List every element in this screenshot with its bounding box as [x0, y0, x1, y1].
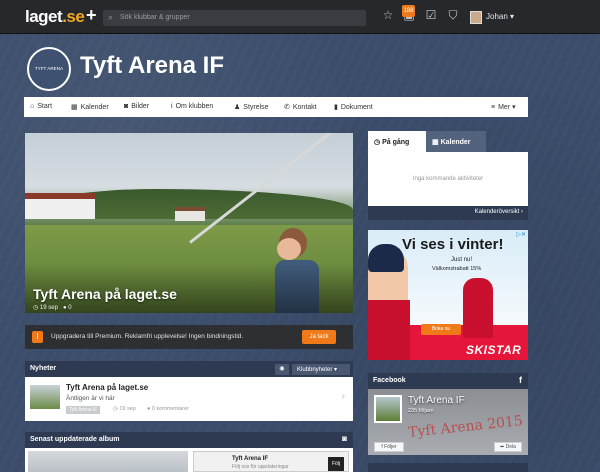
hero-news-image[interactable]: Tyft Arena på laget.se ◷ 19 sep ● 0 — [25, 133, 353, 313]
search-input[interactable]: ⌕ Sök klubbar & grupper — [103, 10, 366, 26]
news-thumbnail — [30, 385, 60, 409]
hero-title[interactable]: Tyft Arena på laget.se — [33, 286, 177, 302]
share-icon: ➦ — [500, 444, 505, 450]
news-item-date: ◷ 19 sep — [113, 406, 136, 412]
hero-house — [25, 193, 95, 219]
calendar-icon: ▦ — [432, 139, 439, 146]
news-title: Nyheter — [30, 365, 57, 372]
facebook-header: Facebook f — [368, 373, 528, 389]
albums-title: Senast uppdaterade album — [30, 436, 120, 443]
clock-icon: ◷ — [374, 139, 381, 146]
facebook-icon: f — [381, 444, 383, 450]
ad-book-button[interactable]: Boka nu — [421, 324, 461, 335]
news-item-title[interactable]: Tyft Arena på laget.se — [66, 383, 148, 392]
calendar-icon: ▦ — [71, 104, 78, 111]
album-photo[interactable] — [28, 451, 188, 472]
news-header: Nyheter ◉ Klubbnyheter ▾ — [25, 361, 353, 377]
ad-brand-logo: SKISTAR — [466, 343, 522, 357]
chevron-down-icon: ▾ — [510, 12, 515, 21]
plus-icon[interactable]: + — [86, 5, 97, 26]
tab-kalender[interactable]: ▦ Kalender — [426, 131, 486, 152]
facebook-icon: f — [519, 375, 522, 385]
page-title: Tyft Arena IF — [80, 52, 225, 79]
facebook-page-card[interactable]: Tyft Arena 2015 Tyft Arena IF 235 följar… — [368, 389, 528, 455]
facebook-share-button[interactable]: ➦ Dela — [494, 442, 522, 452]
news-item-comments: ● 0 kommentarer — [147, 406, 189, 412]
search-icon: ⌕ — [108, 12, 114, 22]
tab-pa-gang[interactable]: ◷ På gång — [368, 131, 426, 152]
facebook-cover-scribble: Tyft Arena 2015 — [407, 413, 524, 441]
topbar: laget.se + ⌕ Sök klubbar & grupper ☆ ▣ 1… — [0, 0, 600, 34]
premium-banner: l Uppgradera till Premium. Reklamfri upp… — [25, 325, 353, 349]
rss-icon[interactable]: ◉ — [275, 364, 289, 375]
club-nav: ⌂ Start ▦ Kalender ◙ Bilder i Om klubben ♟ St… — [24, 97, 528, 117]
events-panel: Inga kommande aktiviteter — [368, 152, 528, 206]
facebook-page-name[interactable]: Tyft Arena IF — [408, 395, 465, 406]
nav-item-bilder[interactable]: ◙ Bilder — [124, 103, 149, 110]
albums-header: Senast uppdaterade album ◙ — [25, 432, 353, 448]
news-item[interactable]: Tyft Arena på laget.se Äntligen är vi hä… — [25, 377, 353, 421]
album-fb-follow-button[interactable]: Följ — [328, 457, 344, 471]
nav-item-om-klubben[interactable]: i Om klubben — [171, 103, 213, 110]
calendar-overview-bar: Kalenderöversikt › — [368, 206, 528, 220]
club-logo[interactable]: TYFT ARENA — [27, 47, 71, 91]
sidebar-tabs: ◷ På gång ▦ Kalender — [368, 131, 528, 152]
facebook-likes: 235 följare — [408, 408, 434, 414]
calendar-overview-link[interactable]: Kalenderöversikt › — [475, 209, 523, 215]
ad-line2: Välkomstrabatt 15% — [432, 266, 482, 272]
menu-icon: ≡ — [491, 104, 496, 111]
nav-item-start[interactable]: ⌂ Start — [30, 103, 52, 110]
album-fb-card-sub: Följ oss för uppdateringar — [232, 464, 289, 470]
chevron-down-icon: ▾ — [512, 104, 516, 111]
next-panel-header — [368, 463, 528, 472]
facebook-follow-button[interactable]: f Följer — [374, 442, 404, 452]
camera-icon: ◙ — [124, 103, 129, 110]
ad-line1: Just nu! — [451, 257, 473, 263]
chevron-right-icon: › — [341, 391, 345, 402]
album-fb-card[interactable]: Tyft Arena IF Följ oss för uppdateringar… — [193, 451, 349, 472]
ad-girl-coat — [368, 300, 410, 360]
person-icon: ♟ — [234, 104, 241, 111]
avatar[interactable] — [470, 11, 482, 24]
nav-item-kontakt[interactable]: ✆ Kontakt — [284, 103, 317, 111]
hero-house — [175, 207, 205, 221]
ad-headline: Vi ses i vinter! — [402, 236, 504, 253]
home-icon: ⌂ — [30, 103, 35, 110]
premium-icon: l — [32, 331, 43, 343]
document-icon: ▮ — [334, 104, 338, 111]
premium-text: Uppgradera till Premium. Reklamfri upple… — [51, 333, 244, 340]
nav-item-styrelse[interactable]: ♟ Styrelse — [234, 103, 269, 111]
shield-icon[interactable]: ⛉ — [446, 8, 460, 24]
ad-choices-icon[interactable]: ▷✕ — [516, 231, 526, 238]
checkbox-icon[interactable]: ☑ — [424, 8, 438, 24]
premium-accept-button[interactable]: Ja tack — [302, 330, 336, 344]
info-icon: i — [171, 103, 173, 110]
album-fb-card-title: Tyft Arena IF — [232, 456, 269, 462]
nav-item-dokument[interactable]: ▮ Dokument — [334, 103, 373, 111]
news-item-excerpt: Äntligen är vi här — [66, 395, 115, 402]
phone-icon: ✆ — [284, 104, 290, 111]
user-menu[interactable]: Johan ▾ — [486, 12, 514, 21]
news-filter-dropdown[interactable]: Klubbnyheter ▾ — [292, 364, 350, 375]
no-events-text: Inga kommande aktiviteter — [412, 176, 484, 182]
facebook-page-thumbnail[interactable] — [374, 395, 402, 423]
albums-body: Tyft Arena IF Följ oss för uppdateringar… — [25, 448, 353, 472]
notification-badge: 188 — [402, 5, 415, 17]
nav-item-kalender[interactable]: ▦ Kalender — [71, 103, 109, 111]
hero-meta: ◷ 19 sep ● 0 — [33, 305, 72, 311]
ad-person — [463, 278, 493, 338]
search-placeholder: Sök klubbar & grupper — [120, 14, 190, 21]
camera-icon[interactable]: ◙ — [342, 434, 347, 443]
comment-icon: ● — [62, 305, 67, 311]
facebook-title: Facebook — [373, 377, 406, 384]
star-icon[interactable]: ☆ — [381, 8, 395, 24]
boy-face — [277, 238, 301, 260]
skistar-ad[interactable]: Vi ses i vinter! Just nu! Välkomstrabatt… — [368, 230, 528, 360]
ad-helmet — [368, 244, 404, 272]
laget-logo[interactable]: laget.se — [25, 7, 85, 27]
nav-more-menu[interactable]: ≡ Mer ▾ — [491, 103, 516, 111]
news-item-tag: Tyft Arena IF — [66, 406, 101, 414]
clock-icon: ◷ — [33, 305, 39, 311]
